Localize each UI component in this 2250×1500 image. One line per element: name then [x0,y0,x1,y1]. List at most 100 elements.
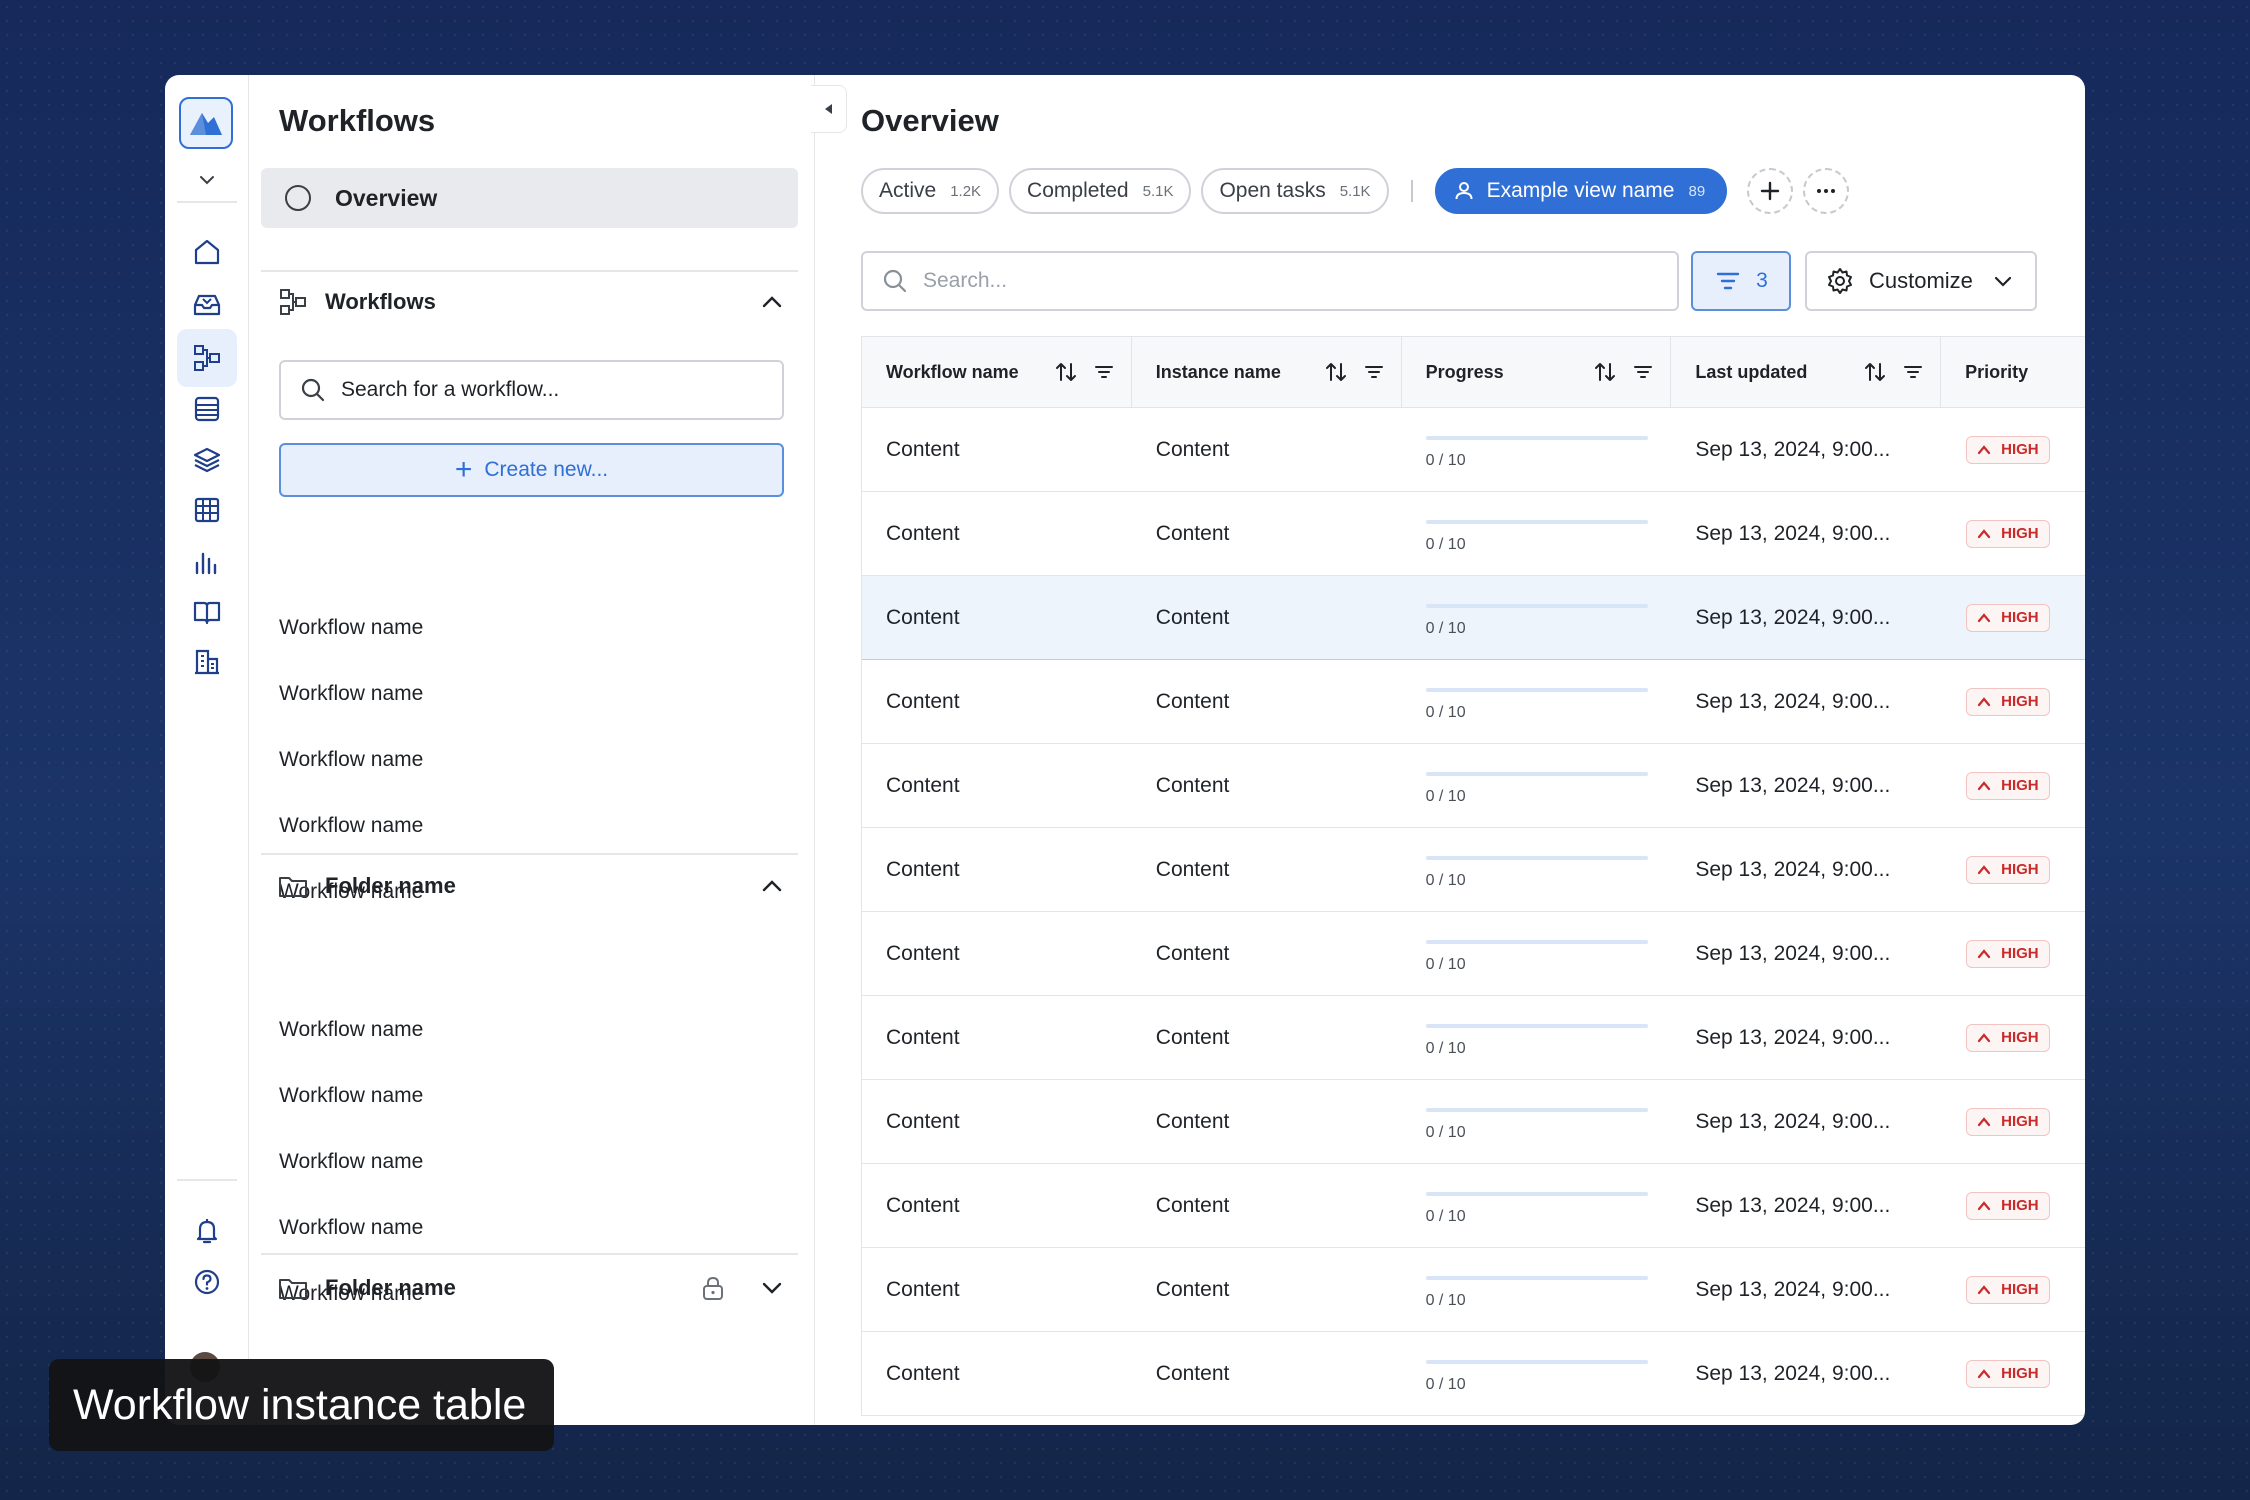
progress-bar [1425,1275,1648,1280]
nav-notifications[interactable] [177,1202,237,1260]
table-row[interactable]: Content Content 0 / 10 Sep 13, 2024, 9:0… [862,660,2085,744]
workflow-search-input[interactable]: Search for a workflow... [279,360,784,420]
rail-divider [177,1179,237,1181]
nav-list[interactable] [177,380,237,438]
nav-home[interactable] [177,223,237,281]
progress-text: 0 / 10 [1425,535,1466,553]
cell-workflow-name: Content [886,437,960,461]
table-row[interactable]: Content Content 0 / 10 Sep 13, 2024, 9:0… [862,576,2085,660]
table-header: Workflow name Instance name Progress Las… [862,336,2085,408]
priority-badge: HIGH [1966,519,2050,548]
column-header-last-updated[interactable]: Last updated [1671,337,1942,407]
sort-icon[interactable] [1864,361,1886,383]
progress-bar [1425,519,1648,524]
table-icon [194,497,220,523]
priority-label: HIGH [2001,525,2039,542]
sidebar-workflow-item[interactable]: Workflow name [279,1084,423,1108]
progress-text: 0 / 10 [1425,703,1466,721]
chevron-up-icon[interactable] [757,871,787,901]
cell-instance-name: Content [1155,689,1230,713]
cell-progress: 0 / 10 [1402,828,1672,911]
chip-example-view[interactable]: Example view name 89 [1434,168,1728,214]
create-new-button[interactable]: + Create new... [279,443,784,497]
filter-icon[interactable] [1363,361,1385,383]
cell-progress: 0 / 10 [1402,1080,1672,1163]
search-icon [883,269,907,293]
cell-priority: HIGH [1941,660,2085,743]
workflows-icon [194,345,220,371]
table-row[interactable]: Content Content 0 / 10 Sep 13, 2024, 9:0… [862,1164,2085,1248]
chip-completed[interactable]: Completed 5.1K [1009,168,1192,214]
sort-icon[interactable] [1325,361,1347,383]
sidebar-workflow-item[interactable]: Workflow name [279,1216,423,1240]
nav-organization[interactable] [177,633,237,691]
sidebar-workflow-item[interactable]: Workflow name [279,748,423,772]
filter-icon[interactable] [1632,361,1654,383]
progress-text: 0 / 10 [1425,1123,1466,1141]
chip-active[interactable]: Active 1.2K [861,168,1000,214]
table-row[interactable]: Content Content 0 / 10 Sep 13, 2024, 9:0… [862,996,2085,1080]
filter-button[interactable]: 3 [1691,251,1791,311]
nav-workflows[interactable] [177,329,237,387]
nav-table[interactable] [177,481,237,539]
chevron-up-icon[interactable] [757,287,787,317]
table-row[interactable]: Content Content 0 / 10 Sep 13, 2024, 9:0… [862,1248,2085,1332]
column-header-priority[interactable]: Priority [1941,337,2085,407]
sidebar-workflow-item[interactable]: Workflow name [279,682,423,706]
table-row[interactable]: Content Content 0 / 10 Sep 13, 2024, 9:0… [862,408,2085,492]
chip-count: 5.1K [1339,182,1371,200]
column-header-instance-name[interactable]: Instance name [1132,337,1402,407]
table-row[interactable]: Content Content 0 / 10 Sep 13, 2024, 9:0… [862,492,2085,576]
filter-icon[interactable] [1902,361,1924,383]
table-row[interactable]: Content Content 0 / 10 Sep 13, 2024, 9:0… [862,912,2085,996]
sort-icon[interactable] [1594,361,1616,383]
sort-icon[interactable] [1055,361,1077,383]
sidebar-workflow-item[interactable]: Workflow name [279,1150,423,1174]
search-input[interactable] [923,269,1623,293]
chevron-up-icon [1978,444,1991,454]
more-views-button[interactable] [1803,168,1850,214]
chip-count: 89 [1688,182,1706,200]
filter-icon[interactable] [1093,361,1115,383]
add-view-button[interactable] [1747,168,1794,214]
column-label: Workflow name [886,361,1019,382]
progress-bar [1425,771,1648,776]
workspace-switcher-chevron-icon[interactable] [192,165,222,195]
cell-last-updated: Sep 13, 2024, 9:00... [1695,1277,1891,1301]
nav-help[interactable] [177,1253,237,1311]
cell-workflow-name: Content [886,773,960,797]
progress-text: 0 / 10 [1425,451,1466,469]
workflows-icon [280,289,306,315]
folder-group-header[interactable]: Folder name [277,866,787,906]
chevron-up-icon [1978,528,1991,538]
table-row[interactable]: Content Content 0 / 10 Sep 13, 2024, 9:0… [862,1332,2085,1416]
app-logo[interactable] [179,97,233,149]
cell-workflow-name: Content [886,1109,960,1133]
caption-overlay: Workflow instance table [49,1359,554,1451]
folder-icon [279,1279,307,1299]
cell-last-updated: Sep 13, 2024, 9:00... [1695,605,1891,629]
chip-separator [1410,180,1413,202]
chip-open-tasks[interactable]: Open tasks 5.1K [1201,168,1389,214]
table-row[interactable]: Content Content 0 / 10 Sep 13, 2024, 9:0… [862,744,2085,828]
more-horizontal-icon [1817,189,1836,193]
nav-inbox[interactable] [177,275,237,333]
workflows-group-header[interactable]: Workflows [277,282,787,322]
customize-button[interactable]: Customize [1805,251,2037,311]
collapse-sidebar-button[interactable] [811,85,847,133]
table-row[interactable]: Content Content 0 / 10 Sep 13, 2024, 9:0… [862,828,2085,912]
sidebar-workflow-item[interactable]: Workflow name [279,1018,423,1042]
progress-bar [1425,1107,1648,1112]
chevron-down-icon[interactable] [757,1273,787,1303]
filter-icon [1716,272,1740,290]
table-row[interactable]: Content Content 0 / 10 Sep 13, 2024, 9:0… [862,1080,2085,1164]
folder-group-header[interactable]: Folder name [277,1268,787,1308]
sidebar-workflow-item[interactable]: Workflow name [279,616,423,640]
sidebar-item-overview[interactable]: Overview [261,168,798,228]
sidebar-workflow-item[interactable]: Workflow name [279,814,423,838]
cell-progress: 0 / 10 [1402,1332,1672,1415]
column-header-workflow-name[interactable]: Workflow name [862,337,1132,407]
column-header-progress[interactable]: Progress [1402,337,1672,407]
cell-workflow-name: Content [886,1361,960,1385]
cell-last-updated: Sep 13, 2024, 9:00... [1695,941,1891,965]
